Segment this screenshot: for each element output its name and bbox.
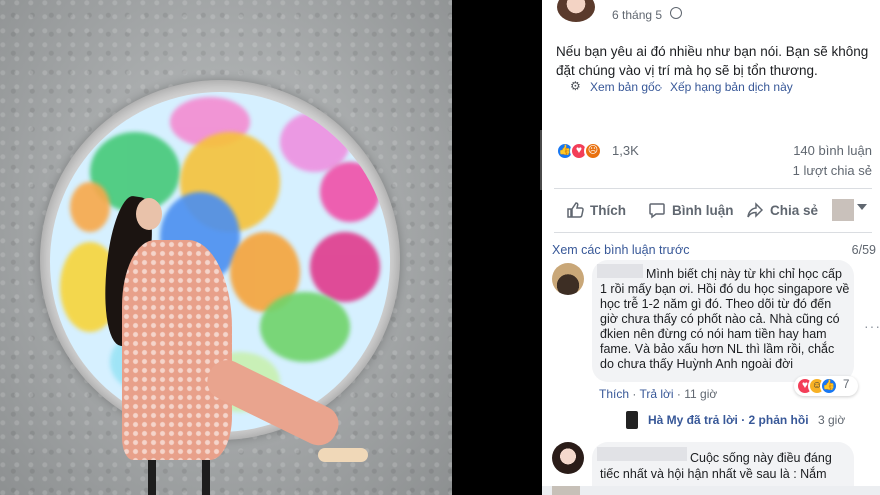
post-timestamp[interactable]: 6 tháng 5 <box>612 8 662 22</box>
share-button[interactable]: Chia sẻ <box>746 200 818 220</box>
share-label: Chia sẻ <box>770 202 819 218</box>
photo-viewer[interactable] <box>0 0 452 495</box>
divider <box>554 232 872 233</box>
comment-text: Cuộc sống này điều đáng tiếc nhất và hội… <box>600 451 832 481</box>
more-icon[interactable]: ··· <box>864 318 880 334</box>
view-previous-comments-link[interactable]: Xem các bình luận trước <box>552 243 689 257</box>
like-button[interactable]: Thích <box>566 200 626 220</box>
separator-dot: · <box>632 387 637 401</box>
gear-icon: ⚙ <box>570 79 581 93</box>
divider <box>554 188 872 189</box>
share-count[interactable]: 1 lượt chia sẻ <box>793 163 872 178</box>
composer-avatar <box>552 486 580 495</box>
reaction-count[interactable]: 1,3K <box>612 143 639 158</box>
view-replies-link[interactable]: Hà My đã trả lời · 2 phản hồi <box>648 413 809 427</box>
separator-dot: · <box>676 387 681 401</box>
chevron-down-icon[interactable] <box>857 204 867 210</box>
post-panel: 6 tháng 5 Nếu bạn yêu ai đó nhiều như bạ… <box>542 0 880 495</box>
comment-composer[interactable] <box>542 486 880 495</box>
replier-avatar[interactable] <box>626 411 638 429</box>
viewer-avatar[interactable] <box>832 199 854 221</box>
comment-icon <box>649 203 665 219</box>
comment-time[interactable]: 11 giờ <box>684 387 717 401</box>
comment-like-link[interactable]: Thích <box>599 387 629 401</box>
globe-icon <box>670 7 682 19</box>
angry-reaction-icon: ☹ <box>584 142 602 160</box>
comment-button[interactable]: Bình luận <box>648 200 734 220</box>
like-icon <box>567 202 584 218</box>
comment-text: Mình biết chị này từ khi chỉ học cấp 1 r… <box>600 267 850 371</box>
commenter-avatar[interactable] <box>552 442 584 474</box>
author-avatar[interactable] <box>557 0 595 22</box>
rate-translation-link[interactable]: Xếp hạng bản dịch này <box>670 80 793 94</box>
separator-dot: · <box>659 80 663 94</box>
see-original-link[interactable]: Xem bản gốc <box>590 80 661 94</box>
comment-reaction-count: 7 <box>843 379 850 391</box>
reaction-icons[interactable]: 👍 ♥ ☹ <box>556 142 612 160</box>
like-reaction-icon: 👍 <box>820 377 838 395</box>
person-dress <box>122 240 232 460</box>
reply-time: 3 giờ <box>818 413 846 427</box>
like-label: Thích <box>590 202 626 218</box>
comment-label: Bình luận <box>672 202 734 218</box>
comment-meta: Thích · Trả lời · 11 giờ <box>599 387 717 401</box>
comment-pager: 6/59 <box>851 243 876 257</box>
comment-count[interactable]: 140 bình luận <box>793 143 872 158</box>
share-icon <box>747 202 764 218</box>
commenter-avatar[interactable] <box>552 263 584 295</box>
post-text: Nếu bạn yêu ai đó nhiều như bạn nói. Bạn… <box>556 44 869 78</box>
person-face <box>136 198 162 230</box>
comment-reply-link[interactable]: Trả lời <box>639 387 673 401</box>
person-shoe <box>318 448 368 462</box>
